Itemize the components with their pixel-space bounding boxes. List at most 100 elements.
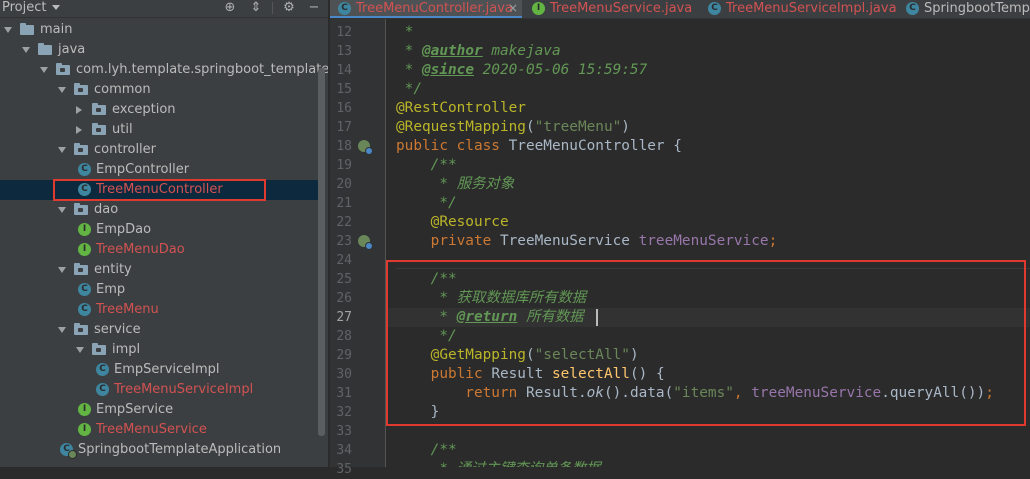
code-token: private [396, 233, 500, 249]
expand-arrow-icon[interactable] [58, 147, 66, 153]
tab-treemenuservice-java[interactable]: I TreeMenuService.java [524, 0, 698, 18]
tree-item-impl[interactable]: impl [0, 340, 320, 360]
code-line[interactable]: /** [396, 441, 457, 460]
package-icon [56, 63, 70, 75]
interface-icon: I [78, 223, 91, 236]
tree-item-service[interactable]: service [0, 320, 320, 340]
spring-class-icon: C [906, 2, 919, 15]
tree-item-treemenuservice[interactable]: I TreeMenuService [0, 420, 320, 440]
code-line[interactable]: /** [396, 156, 457, 175]
code-line[interactable]: @RestController [396, 99, 526, 118]
class-icon: C [338, 2, 351, 15]
line-number: 35 [336, 462, 352, 477]
code-line[interactable]: * 服务对象 [396, 175, 514, 194]
spring-bean-icon[interactable] [358, 140, 373, 155]
code-line[interactable]: @RequestMapping("treeMenu") [396, 118, 630, 137]
tree-item-label: TreeMenuServiceImpl [114, 382, 254, 397]
tree-item-empserviceimpl[interactable]: C EmpServiceImpl [0, 360, 320, 380]
code-line[interactable]: */ [396, 194, 456, 213]
code-line[interactable]: private TreeMenuService treeMenuService; [396, 232, 778, 251]
code-token: /** [396, 157, 457, 173]
class-icon: C [708, 2, 721, 15]
tree-item-util[interactable]: util [0, 120, 320, 140]
expand-arrow-icon[interactable] [58, 327, 66, 333]
tree-item-label: com.lyh.template.springboot_template [76, 62, 328, 77]
class-icon: C [78, 303, 91, 316]
spring-inject-icon[interactable] [358, 235, 373, 250]
code-line[interactable]: * [396, 23, 422, 42]
package-icon [92, 103, 106, 115]
expand-arrow-icon[interactable] [76, 347, 84, 353]
tree-item-controller[interactable]: controller [0, 140, 320, 160]
code-token: * 服务对象 [396, 176, 515, 192]
code-line[interactable]: * @author makejava [396, 42, 561, 61]
project-panel-header: Project ⊕ ⇕ ⚙ − [0, 0, 328, 18]
tree-item-treemenudao[interactable]: I TreeMenuDao [0, 240, 320, 260]
tree-item-dao[interactable]: dao [0, 200, 320, 220]
tree-item-empdao[interactable]: I EmpDao [0, 220, 320, 240]
tree-item-entity[interactable]: entity [0, 260, 320, 280]
code-token: @author [422, 43, 483, 59]
code-line[interactable]: * @since 2020-05-06 15:59:57 [396, 61, 648, 80]
code-token: public class [396, 138, 509, 154]
tree-item-label: EmpDao [96, 222, 152, 237]
tab-springboottempl[interactable]: C SpringbootTempl [898, 0, 1030, 18]
code-token: treeMenuService [638, 233, 769, 249]
gear-icon[interactable]: ⚙ [281, 0, 297, 16]
line-number: 27 [336, 310, 352, 325]
tree-item-label: util [112, 122, 133, 137]
line-number: 18 [336, 139, 352, 154]
tree-item-treemenuserviceimpl[interactable]: C TreeMenuServiceImpl [0, 380, 320, 400]
class-icon: C [78, 163, 91, 176]
tree-item-common[interactable]: common [0, 80, 320, 100]
tree-item-treemenu[interactable]: C TreeMenu [0, 300, 320, 320]
project-panel: Project ⊕ ⇕ ⚙ − main java com.lyh.template… [0, 0, 328, 467]
close-icon[interactable]: × [508, 0, 518, 17]
tree-item-label: EmpServiceImpl [114, 362, 220, 377]
interface-icon: I [78, 243, 91, 256]
expand-arrow-icon[interactable] [58, 207, 66, 213]
line-number: 29 [336, 348, 352, 363]
tree-item-label: TreeMenu [96, 302, 159, 317]
code-editor[interactable]: * * @author makejava * @since 2020-05-06… [386, 19, 1030, 467]
package-icon [74, 83, 88, 95]
line-number: 15 [336, 82, 352, 97]
tree-item-exception[interactable]: exception [0, 100, 320, 120]
collapse-arrow-icon[interactable] [76, 106, 82, 114]
tab-label: TreeMenuController.java [356, 1, 513, 16]
tab-treemenucontroller-java[interactable]: C TreeMenuController.java × [330, 0, 522, 18]
expand-arrow-icon[interactable] [58, 87, 66, 93]
locate-icon[interactable]: ⊕ [222, 0, 238, 16]
tree-item-java[interactable]: java [0, 40, 320, 60]
tree-item-emp[interactable]: C Emp [0, 280, 320, 300]
expand-arrow-icon[interactable] [22, 47, 30, 53]
tree-item-main[interactable]: main [0, 20, 320, 40]
project-panel-title[interactable]: Project [2, 0, 46, 16]
collapse-arrow-icon[interactable] [76, 126, 82, 134]
tree-item-empservice[interactable]: I EmpService [0, 400, 320, 420]
code-line[interactable]: */ [396, 80, 422, 99]
line-number: 13 [336, 44, 352, 59]
code-token: "treeMenu" [534, 119, 622, 135]
tree-item-com-lyh-template-springboot-template[interactable]: com.lyh.template.springboot_template [0, 60, 328, 80]
collapse-all-icon[interactable]: ⇕ [248, 0, 264, 16]
package-icon [74, 263, 88, 275]
code-line[interactable]: public class TreeMenuController { [396, 137, 682, 156]
tree-item-springboottemplateapplication[interactable]: C SpringbootTemplateApplication [0, 440, 320, 460]
hide-panel-icon[interactable]: − [306, 0, 322, 16]
code-token: @Resource [396, 214, 509, 230]
line-number: 31 [336, 386, 352, 401]
tree-item-empcontroller[interactable]: C EmpController [0, 160, 320, 180]
project-scrollbar[interactable] [318, 68, 325, 436]
project-view-dropdown-icon[interactable] [52, 5, 60, 10]
package-icon [92, 123, 106, 135]
tab-treemenuserviceimpl-java[interactable]: C TreeMenuServiceImpl.java [700, 0, 897, 18]
package-icon [92, 343, 106, 355]
tree-item-label: EmpService [96, 402, 174, 417]
expand-arrow-icon[interactable] [40, 67, 48, 73]
expand-arrow-icon[interactable] [4, 27, 12, 33]
code-token: ; [768, 233, 778, 249]
code-line[interactable]: @Resource [396, 213, 509, 232]
expand-arrow-icon[interactable] [58, 267, 66, 273]
code-line[interactable]: * 通过主键查询单条数据 [396, 460, 600, 467]
